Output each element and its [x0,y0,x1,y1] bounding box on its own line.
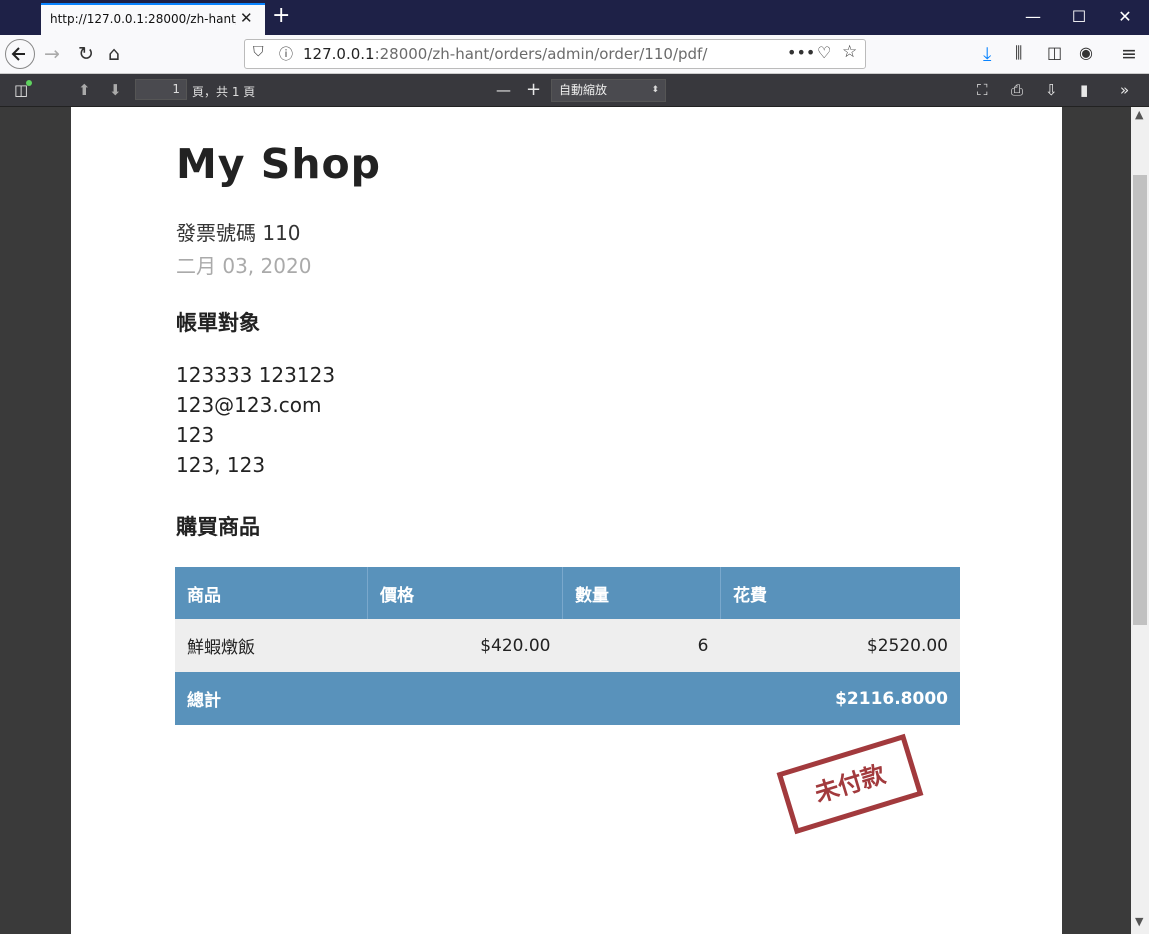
scroll-down-icon[interactable]: ▼ [1135,915,1143,928]
scroll-up-icon[interactable]: ▲ [1135,108,1143,121]
home-icon[interactable]: ⌂ [108,43,120,65]
account-icon[interactable]: ◉ [1079,43,1093,62]
zoom-value: 自動縮放 [559,83,608,97]
previous-page-icon[interactable]: ⬆ [78,81,91,99]
pdf-toolbar: ◫ ⬆ ⬇ 1 頁，共 1 頁 — + 自動縮放 ⬍ ⛶ ⎙ ⇩ ▮ » [0,74,1149,107]
browser-tab[interactable]: http://127.0.0.1:28000/zh-hant/o ✕ [41,3,265,35]
invoice-date: 二月 03, 2020 [176,254,312,278]
page-count-label: 頁，共 1 頁 [192,85,256,99]
address-line: 123@123.com [176,393,322,417]
address-line: 123, 123 [176,453,266,477]
items-table: 商品 價格 數量 花費 鮮蝦燉飯 $420.00 6 $2520.00 總計 $… [175,567,960,725]
pdf-page: My Shop 發票號碼 110 二月 03, 2020 帳單對象 123333… [71,107,1062,934]
next-page-icon[interactable]: ⬇ [109,81,122,99]
column-header: 商品 [175,567,368,619]
tab-bar: http://127.0.0.1:28000/zh-hant/o ✕ + — ☐… [0,0,1149,35]
pocket-icon[interactable]: ♡ [817,43,831,62]
menu-icon[interactable]: ≡ [1121,43,1137,65]
product-cell: 鮮蝦燉飯 [175,619,368,672]
table-header-row: 商品 價格 數量 花費 [175,567,960,619]
shield-icon[interactable]: ⛉ [253,44,264,60]
window-close-icon[interactable]: ✕ [1102,7,1148,26]
cost-cell: $2520.00 [720,619,960,672]
scroll-thumb[interactable] [1133,175,1147,625]
notification-dot [26,80,32,86]
minimize-icon[interactable]: — [1010,7,1056,26]
maximize-icon[interactable]: ☐ [1056,7,1102,26]
print-icon[interactable]: ⎙ [1011,81,1023,99]
column-header: 花費 [720,567,960,619]
library-icon[interactable]: ⫼ [1015,43,1022,63]
zoom-in-icon[interactable]: + [526,79,541,100]
total-row: 總計 $2116.8000 [175,672,960,725]
url-path: :28000/zh-hant/orders/admin/order/110/pd… [374,45,708,63]
items-heading: 購買商品 [176,515,260,539]
scrollbar[interactable]: ▲ ▼ [1131,107,1149,934]
back-arrow-icon [11,47,25,61]
url-host: 127.0.0.1 [303,45,375,63]
address-line: 123333 123123 [176,363,336,387]
page-number-input[interactable]: 1 [135,79,187,100]
page-actions-icon[interactable]: ••• [787,43,815,62]
zoom-select[interactable]: 自動縮放 ⬍ [551,79,666,102]
site-info-icon[interactable]: ⓘ [279,44,293,64]
navigation-bar: → ↻ ⌂ ⛉ ⓘ 127.0.0.1:28000/zh-hant/orders… [0,35,1149,74]
select-arrows-icon: ⬍ [651,85,659,95]
column-header: 數量 [562,567,721,619]
bill-to-heading: 帳單對象 [176,311,260,335]
zoom-out-icon[interactable]: — [496,81,511,99]
price-cell: $420.00 [367,619,563,672]
column-header: 價格 [367,567,563,619]
quantity-cell: 6 [562,619,721,672]
download-icon[interactable]: ⤓ [983,43,991,65]
shop-title: My Shop [176,140,382,188]
forward-icon[interactable]: → [44,43,60,65]
reload-icon[interactable]: ↻ [78,43,94,65]
address-line: 123 [176,423,215,447]
total-label: 總計 [175,672,368,725]
table-row: 鮮蝦燉飯 $420.00 6 $2520.00 [175,619,960,672]
url-text[interactable]: 127.0.0.1:28000/zh-hant/orders/admin/ord… [303,45,707,63]
save-icon[interactable]: ⇩ [1045,81,1058,99]
new-tab-icon[interactable]: + [272,3,290,28]
bookmark-icon[interactable]: ▮ [1080,81,1088,99]
tools-icon[interactable]: » [1120,81,1129,99]
bookmark-star-icon[interactable]: ☆ [842,42,857,62]
back-button[interactable] [5,39,35,69]
total-value: $2116.8000 [367,672,960,725]
unpaid-stamp: 未付款 [776,733,924,835]
tab-title: http://127.0.0.1:28000/zh-hant/o [50,12,236,26]
sidebar-icon[interactable]: ◫ [1047,43,1062,62]
url-bar[interactable]: ⛉ ⓘ 127.0.0.1:28000/zh-hant/orders/admin… [244,39,866,69]
tab-close-icon[interactable]: ✕ [240,9,253,27]
invoice-number: 發票號碼 110 [176,221,301,245]
presentation-mode-icon[interactable]: ⛶ [977,81,988,99]
